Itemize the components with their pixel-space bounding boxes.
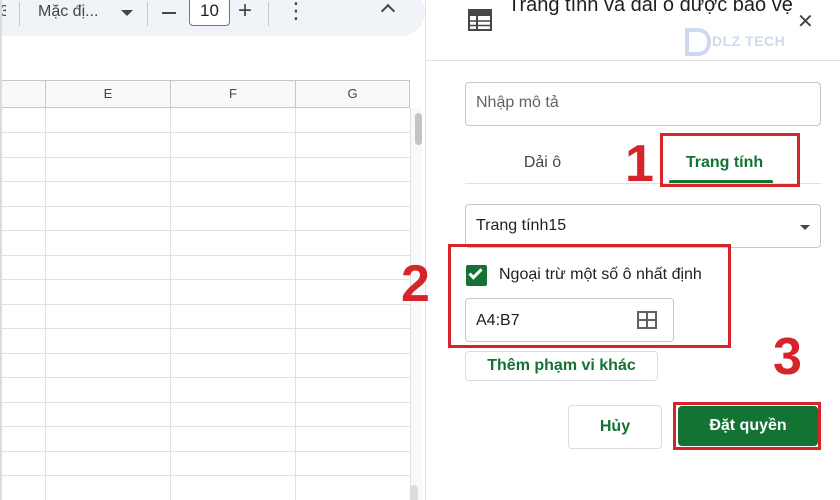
protected-ranges-panel: Trang tính và dải ô được bảo vệ ✕ DLZ TE… (401, 0, 840, 500)
panel-divider (426, 60, 840, 61)
description-placeholder: Nhập mô tả (476, 94, 559, 111)
grid-line (2, 402, 410, 403)
chevron-down-icon (800, 225, 810, 230)
column-header[interactable] (2, 80, 46, 108)
grid-line (2, 475, 410, 476)
chevron-down-icon[interactable] (121, 10, 133, 16)
grid-line (2, 426, 410, 427)
toolbar-separator (19, 2, 20, 26)
toolbar-separator (147, 2, 148, 26)
cancel-button[interactable]: Hủy (568, 405, 662, 449)
sheet-toolbar: 3 Mặc đị... 10 + ⋮ (0, 0, 425, 40)
callout-number-1: 1 (625, 135, 654, 193)
grid-line (2, 304, 410, 305)
add-another-range-button[interactable]: Thêm phạm vi khác (465, 351, 658, 381)
callout-highlight-1 (660, 133, 800, 187)
column-header-f[interactable]: F (171, 80, 296, 108)
watermark-logo: DLZ TECH (684, 27, 800, 57)
grid-line (2, 181, 410, 182)
watermark-text: DLZ TECH (712, 33, 786, 49)
grid-line (2, 328, 410, 329)
toolbar-separator (268, 2, 269, 26)
decrease-font-size-button[interactable] (162, 12, 176, 14)
grid-line (2, 377, 410, 378)
except-cells-label[interactable]: Ngoại trừ một số ô nhất định (499, 266, 702, 284)
except-cells-checkbox[interactable] (466, 265, 487, 286)
column-header-e[interactable]: E (46, 80, 171, 108)
description-input[interactable]: Nhập mô tả (465, 82, 821, 126)
grid-line (2, 206, 410, 207)
scrollbar-thumb[interactable] (415, 113, 422, 145)
font-family-select[interactable]: Mặc đị... (38, 3, 98, 21)
increase-font-size-button[interactable]: + (238, 0, 252, 25)
grid-line (2, 230, 410, 231)
grid-line (2, 132, 410, 133)
spreadsheet-grid[interactable]: E F G (2, 80, 422, 500)
select-range-grid-icon[interactable] (637, 311, 657, 329)
sheet-select[interactable]: Trang tính15 (465, 204, 821, 248)
sheet-select-value: Trang tính15 (476, 217, 567, 234)
callout-number-3: 3 (773, 328, 802, 386)
column-header-g[interactable]: G (296, 80, 410, 108)
grid-line (2, 279, 410, 280)
range-value: A4:B7 (476, 312, 520, 329)
panel-title: Trang tính và dải ô được bảo vệ (508, 0, 793, 16)
grid-line (2, 451, 410, 452)
callout-number-2: 2 (401, 255, 430, 313)
grid-line (2, 157, 410, 158)
more-options-icon[interactable]: ⋮ (285, 0, 307, 23)
grid-line (2, 353, 410, 354)
font-size-input[interactable]: 10 (189, 0, 230, 26)
checkmark-icon (468, 265, 483, 280)
grid-line (2, 255, 410, 256)
sheet-grid-icon (468, 9, 492, 31)
tab-range[interactable]: Dải ô (465, 141, 620, 185)
set-permissions-button[interactable]: Đặt quyền (678, 406, 818, 446)
range-input[interactable]: A4:B7 (465, 298, 674, 342)
scrollbar-end[interactable] (410, 485, 418, 500)
